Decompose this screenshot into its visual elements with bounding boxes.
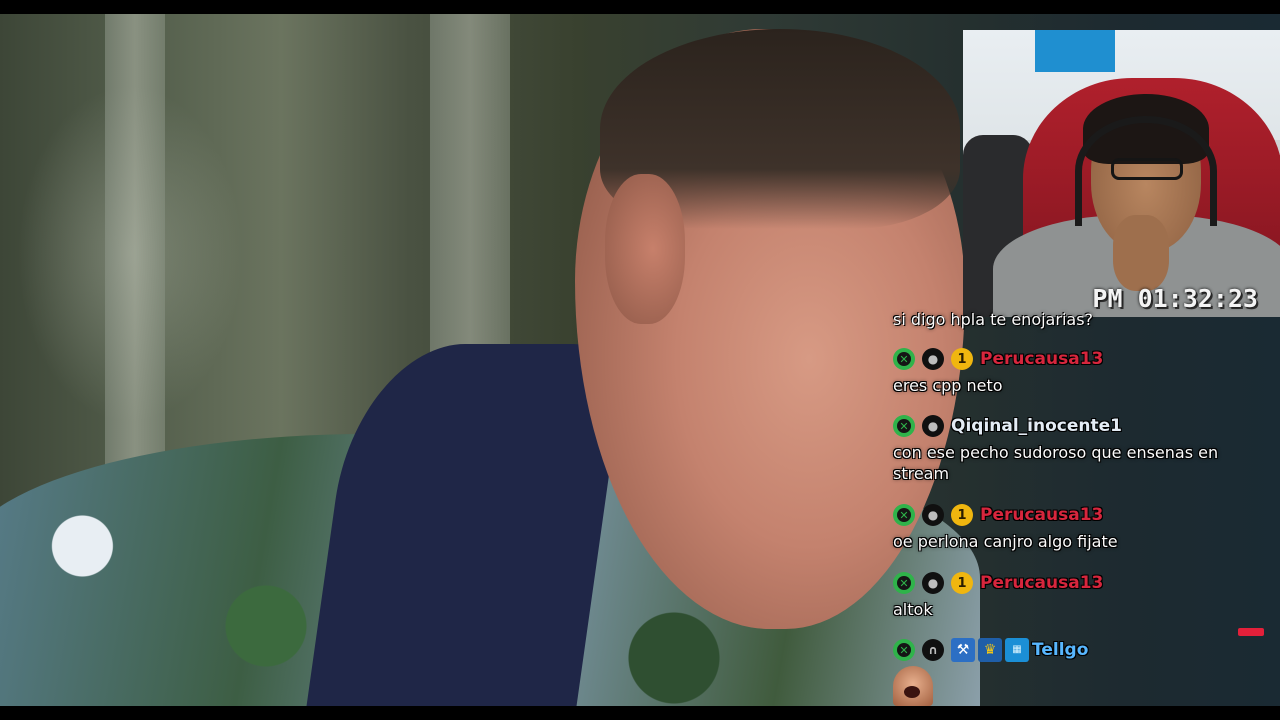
chat-message-text: oe perlona canjro algo fijate [893,532,1118,551]
user-badge-icon: ● [922,572,944,594]
chat-message: ✕ ∩ ⚒ ♛ ▦ Tellgo [893,637,1245,663]
chat-message-partial: si digo hpla te enojarias? [893,310,1094,329]
streamer-hand [1113,215,1169,291]
tg-badge-icon: ▦ [1005,638,1029,662]
x-badge-icon: ✕ [893,415,915,437]
background-pillar [430,14,510,374]
chat-overlay: si digo hpla te enojarias? ✕ ● 1 Perucau… [885,306,1245,706]
chat-badges: ✕ ● Qiqinal_inocente1 [893,413,1245,439]
wrench-badge-icon: ⚒ [951,638,975,662]
chat-username[interactable]: Tellgo [1032,640,1088,660]
x-badge-icon: ✕ [893,572,915,594]
chat-username[interactable]: Perucausa13 [980,573,1103,593]
chat-username[interactable]: Perucausa13 [980,349,1103,369]
x-badge-icon: ✕ [893,348,915,370]
user-badge-icon: ● [922,415,944,437]
tier-badge-icon: 1 [951,348,973,370]
streamer-glasses [1111,158,1183,180]
user-badge-icon: ● [922,348,944,370]
chat-badges: ✕ ● 1 Perucausa13 [893,346,1245,372]
streamer-facecam: PM 01:32:23 [963,30,1280,317]
chat-message: ✕ ● 1 Perucausa13 oe perlona canjro algo… [893,502,1245,552]
chat-badges: ✕ ∩ ⚒ ♛ ▦ Tellgo [893,637,1245,663]
chat-badges: ✕ ● 1 Perucausa13 [893,570,1245,596]
x-badge-icon: ✕ [893,504,915,526]
chat-message: ✕ ● 1 Perucausa13 altok [893,570,1245,620]
chat-message-text: altok [893,600,933,619]
tier-badge-icon: 1 [951,504,973,526]
chat-message-text: con ese pecho sudoroso que ensenas en st… [893,443,1219,483]
chat-username[interactable]: Perucausa13 [980,505,1103,525]
emote-avatar-icon [893,666,933,706]
background-pillar [105,14,165,514]
live-indicator-icon [1238,628,1264,636]
chat-username[interactable]: Qiqinal_inocente1 [951,416,1122,436]
letterbox-top [0,0,1280,14]
crown-badge-icon: ♛ [978,638,1002,662]
letterbox-bottom [0,706,1280,720]
facecam-wall [1035,30,1115,72]
user-badge-icon: ● [922,504,944,526]
chat-message: ✕ ● 1 Perucausa13 eres cpp neto [893,346,1245,396]
tier-badge-icon: 1 [951,572,973,594]
chat-badges: ✕ ● 1 Perucausa13 [893,502,1245,528]
x-badge-icon: ✕ [893,639,915,661]
chat-message: ✕ ● Qiqinal_inocente1 con ese pecho sudo… [893,413,1245,484]
headset-badge-icon: ∩ [922,639,944,661]
movie-person-collar [302,344,628,706]
chat-message-text: eres cpp neto [893,376,1003,395]
movie-person-ear [605,174,685,324]
